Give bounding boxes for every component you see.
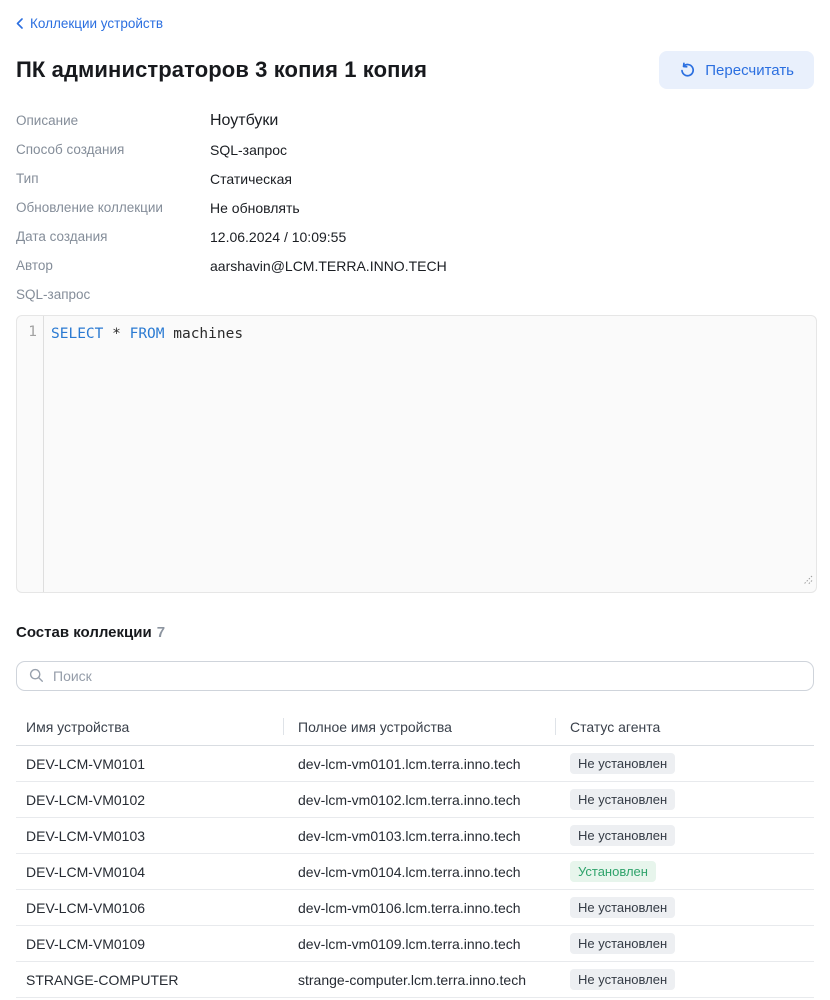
info-value: Не обновлять — [210, 200, 814, 216]
info-label: Тип — [16, 171, 210, 186]
table-row[interactable]: DEV-LCM-VM0101 dev-lcm-vm0101.lcm.terra.… — [16, 746, 814, 782]
device-table: Имя устройства Полное имя устройства Ста… — [16, 708, 814, 998]
info-row: SQL-запрос — [16, 280, 814, 309]
table-row[interactable]: DEV-LCM-VM0103 dev-lcm-vm0103.lcm.terra.… — [16, 818, 814, 854]
column-header-fqdn: Полное имя устройства — [283, 708, 555, 745]
sql-keyword: SELECT — [51, 326, 103, 342]
device-name-cell: DEV-LCM-VM0101 — [16, 756, 283, 772]
info-row: Описание Ноутбуки — [16, 106, 814, 135]
info-label: Обновление коллекции — [16, 200, 210, 215]
agent-status-cell: Не установлен — [555, 753, 814, 774]
device-name-cell: DEV-LCM-VM0103 — [16, 828, 283, 844]
info-list: Описание Ноутбуки Способ создания SQL-за… — [16, 106, 814, 309]
search-input[interactable] — [16, 661, 814, 691]
info-row: Автор aarshavin@LCM.TERRA.INNO.TECH — [16, 251, 814, 280]
table-row[interactable]: DEV-LCM-VM0102 dev-lcm-vm0102.lcm.terra.… — [16, 782, 814, 818]
table-row[interactable]: DEV-LCM-VM0106 dev-lcm-vm0106.lcm.terra.… — [16, 890, 814, 926]
status-badge: Не установлен — [570, 969, 675, 990]
column-header-device-name: Имя устройства — [16, 708, 283, 745]
info-label: Способ создания — [16, 142, 210, 157]
status-badge: Не установлен — [570, 753, 675, 774]
collection-members-title: Состав коллекции — [16, 624, 152, 641]
sql-operator: * — [103, 326, 129, 342]
status-badge: Не установлен — [570, 933, 675, 954]
collection-members-heading: Состав коллекции 7 — [16, 624, 814, 641]
status-badge: Не установлен — [570, 789, 675, 810]
info-label: Дата создания — [16, 229, 210, 244]
info-label: Описание — [16, 113, 210, 128]
table-header-row: Имя устройства Полное имя устройства Ста… — [16, 708, 814, 746]
editor-code-line: SELECT * FROM machines — [44, 316, 243, 592]
sql-keyword: FROM — [130, 326, 165, 342]
device-fqdn-cell: dev-lcm-vm0101.lcm.terra.inno.tech — [283, 756, 555, 772]
agent-status-cell: Не установлен — [555, 933, 814, 954]
agent-status-cell: Не установлен — [555, 897, 814, 918]
info-value: Статическая — [210, 171, 814, 187]
device-fqdn-cell: dev-lcm-vm0103.lcm.terra.inno.tech — [283, 828, 555, 844]
info-value: aarshavin@LCM.TERRA.INNO.TECH — [210, 258, 814, 274]
table-row[interactable]: STRANGE-COMPUTER strange-computer.lcm.te… — [16, 962, 814, 998]
device-fqdn-cell: dev-lcm-vm0104.lcm.terra.inno.tech — [283, 864, 555, 880]
sql-query-editor[interactable]: 1 SELECT * FROM machines — [16, 315, 817, 593]
chevron-left-icon — [16, 18, 23, 29]
device-name-cell: DEV-LCM-VM0109 — [16, 936, 283, 952]
info-value: Ноутбуки — [210, 112, 814, 130]
search-box — [16, 661, 814, 691]
status-badge: Не установлен — [570, 897, 675, 918]
page-title: ПК администраторов 3 копия 1 копия — [16, 57, 427, 83]
info-value: 12.06.2024 / 10:09:55 — [210, 229, 814, 245]
status-badge: Не установлен — [570, 825, 675, 846]
info-row: Тип Статическая — [16, 164, 814, 193]
info-value: SQL-запрос — [210, 142, 814, 158]
breadcrumb-back-link[interactable]: Коллекции устройств — [16, 16, 163, 31]
table-row[interactable]: DEV-LCM-VM0104 dev-lcm-vm0104.lcm.terra.… — [16, 854, 814, 890]
collection-members-count: 7 — [157, 624, 165, 641]
resize-grip-icon[interactable] — [802, 573, 813, 589]
agent-status-cell: Установлен — [555, 861, 814, 882]
device-name-cell: DEV-LCM-VM0106 — [16, 900, 283, 916]
device-fqdn-cell: dev-lcm-vm0106.lcm.terra.inno.tech — [283, 900, 555, 916]
info-label: SQL-запрос — [16, 287, 210, 302]
device-fqdn-cell: strange-computer.lcm.terra.inno.tech — [283, 972, 555, 988]
status-badge: Установлен — [570, 861, 656, 882]
recalculate-button[interactable]: Пересчитать — [659, 51, 814, 89]
device-name-cell: DEV-LCM-VM0104 — [16, 864, 283, 880]
info-label: Автор — [16, 258, 210, 273]
info-row: Обновление коллекции Не обновлять — [16, 193, 814, 222]
info-row: Дата создания 12.06.2024 / 10:09:55 — [16, 222, 814, 251]
refresh-icon — [679, 62, 696, 79]
agent-status-cell: Не установлен — [555, 789, 814, 810]
sql-identifier: machines — [165, 326, 244, 342]
device-name-cell: DEV-LCM-VM0102 — [16, 792, 283, 808]
device-fqdn-cell: dev-lcm-vm0109.lcm.terra.inno.tech — [283, 936, 555, 952]
agent-status-cell: Не установлен — [555, 969, 814, 990]
column-header-agent-status: Статус агента — [555, 708, 814, 745]
collection-detail-page: Коллекции устройств ПК администраторов 3… — [0, 0, 830, 998]
device-fqdn-cell: dev-lcm-vm0102.lcm.terra.inno.tech — [283, 792, 555, 808]
breadcrumb-label: Коллекции устройств — [30, 16, 163, 31]
recalculate-button-label: Пересчитать — [705, 62, 794, 79]
table-row[interactable]: DEV-LCM-VM0109 dev-lcm-vm0109.lcm.terra.… — [16, 926, 814, 962]
device-name-cell: STRANGE-COMPUTER — [16, 972, 283, 988]
header-row: ПК администраторов 3 копия 1 копия Перес… — [16, 51, 814, 89]
agent-status-cell: Не установлен — [555, 825, 814, 846]
info-row: Способ создания SQL-запрос — [16, 135, 814, 164]
editor-line-number: 1 — [17, 316, 44, 592]
